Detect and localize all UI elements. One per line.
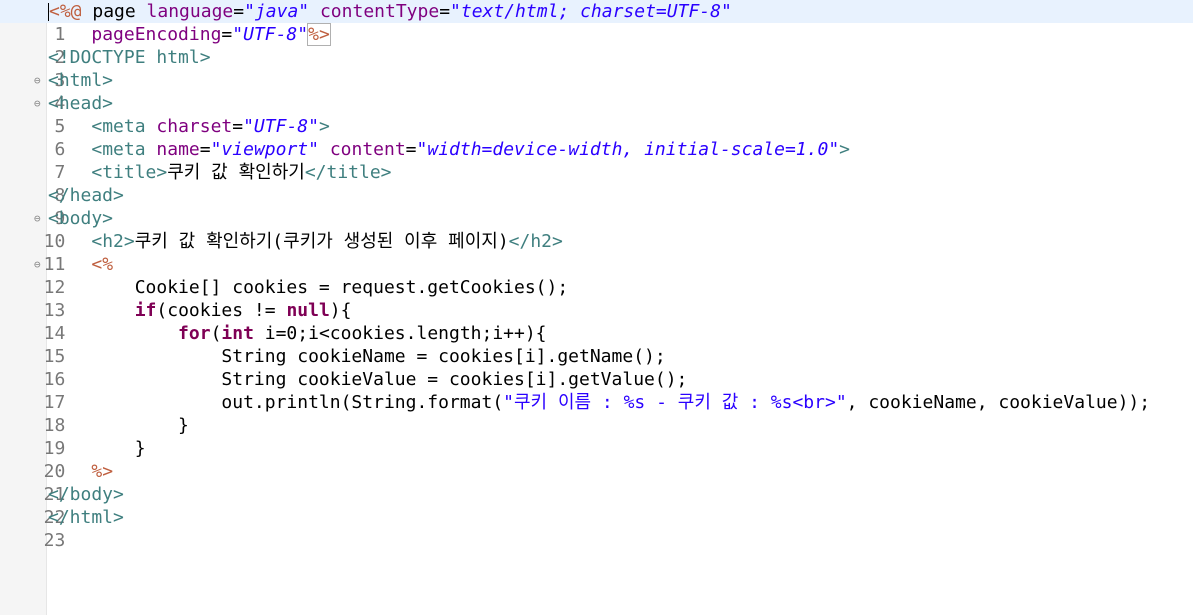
line-content: } <box>48 415 189 436</box>
code-line[interactable]: 16 String cookieName = cookies[i].getNam… <box>0 345 1193 390</box>
line-content: for(int i=0;i<cookies.length;i++){ <box>178 323 547 344</box>
line-content: <head> <box>48 93 114 114</box>
line-number: 23 <box>43 530 66 551</box>
line-content: Cookie[] cookies = request.getCookies(); <box>48 277 569 298</box>
line-content: out.println(String.format("쿠키 이름 : %s - … <box>48 392 1151 413</box>
code-line[interactable]: 17 String cookieValue = cookies[i].getVa… <box>0 368 1193 413</box>
code-line[interactable]: 1 <%@ page language="java" contentType="… <box>0 0 1193 45</box>
code-editor[interactable]: ⊖ ⊖ ⊖ ⊖ 1 <%@ page language="java" conte… <box>0 0 1193 615</box>
code-line[interactable]: 12 <% <box>0 253 1193 298</box>
code-line[interactable]: 8 <title>쿠키 값 확인하기</title> <box>0 161 1193 206</box>
code-line[interactable]: 19 } <box>0 414 1193 459</box>
code-line[interactable]: 9 </head> <box>0 184 1193 229</box>
code-line[interactable]: 14 if(cookies != null){ <box>0 299 1193 344</box>
line-content: if(cookies != null){ <box>134 300 352 321</box>
line-content: </body> <box>48 484 124 505</box>
line-content: <!DOCTYPE html> <box>48 47 211 68</box>
code-line[interactable]: 5 <head> <box>0 92 1193 137</box>
code-line[interactable]: 6 <meta charset="UTF-8"> <box>0 115 1193 160</box>
code-line[interactable]: 3 <!DOCTYPE html> <box>0 46 1193 91</box>
code-line[interactable]: 13 Cookie[] cookies = request.getCookies… <box>0 276 1193 321</box>
line-content: <body> <box>48 208 114 229</box>
line-content: <meta name="viewport" content="width=dev… <box>91 139 850 160</box>
line-content: <meta charset="UTF-8"> <box>91 116 330 137</box>
code-line[interactable]: 10 <body> <box>0 207 1193 252</box>
line-content: <title>쿠키 값 확인하기</title> <box>91 162 392 183</box>
code-line[interactable]: 18 out.println(String.format("쿠키 이름 : %s… <box>0 391 1193 436</box>
line-content: pageEncoding="UTF-8"%> <box>91 23 331 46</box>
code-line[interactable]: 7 <meta name="viewport" content="width=d… <box>0 138 1193 183</box>
code-line[interactable]: 11 <h2>쿠키 값 확인하기(쿠키가 생성된 이후 페이지)</h2> <box>0 230 1193 275</box>
code-line[interactable]: 21 %> <box>0 460 1193 505</box>
line-content: </head> <box>48 185 124 206</box>
line-content: String cookieName = cookies[i].getName()… <box>48 346 666 367</box>
line-content: %> <box>91 461 114 482</box>
line-content: String cookieValue = cookies[i].getValue… <box>48 369 688 390</box>
code-line[interactable]: 4 <html> <box>0 69 1193 114</box>
line-content: <h2>쿠키 값 확인하기(쿠키가 생성된 이후 페이지)</h2> <box>91 231 563 252</box>
code-line[interactable]: 2 pageEncoding="UTF-8"%> <box>0 23 1193 68</box>
line-content: <%@ page language="java" contentType="te… <box>48 1 732 22</box>
code-line[interactable]: 23 </html> <box>0 506 1193 551</box>
code-line[interactable]: 20 } <box>0 437 1193 482</box>
line-content: <html> <box>48 70 114 91</box>
line-content: </html> <box>48 507 124 528</box>
line-content: } <box>48 438 146 459</box>
line-content: <% <box>91 254 114 275</box>
code-line[interactable]: 22 </body> <box>0 483 1193 528</box>
code-line[interactable]: 15 for(int i=0;i<cookies.length;i++){ <box>0 322 1193 367</box>
